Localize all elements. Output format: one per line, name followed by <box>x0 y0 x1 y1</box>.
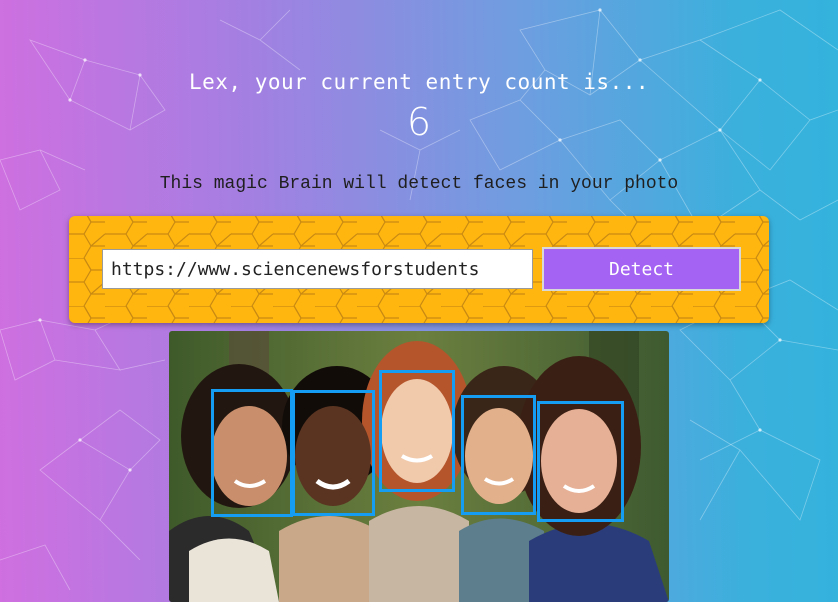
image-url-form: Detect <box>69 216 769 323</box>
tagline: This magic Brain will detect faces in yo… <box>159 174 679 194</box>
image-url-input[interactable] <box>102 249 533 289</box>
entry-count-message: Lex, your current entry count is... <box>188 70 649 94</box>
entry-count-value: 6 <box>406 100 432 144</box>
detected-photo <box>169 331 669 602</box>
face-bounding-box <box>537 401 624 522</box>
face-bounding-box <box>211 389 293 517</box>
face-bounding-box <box>379 370 455 492</box>
face-bounding-box <box>292 390 375 516</box>
face-bounding-box <box>461 395 536 515</box>
detect-button[interactable]: Detect <box>542 247 741 291</box>
